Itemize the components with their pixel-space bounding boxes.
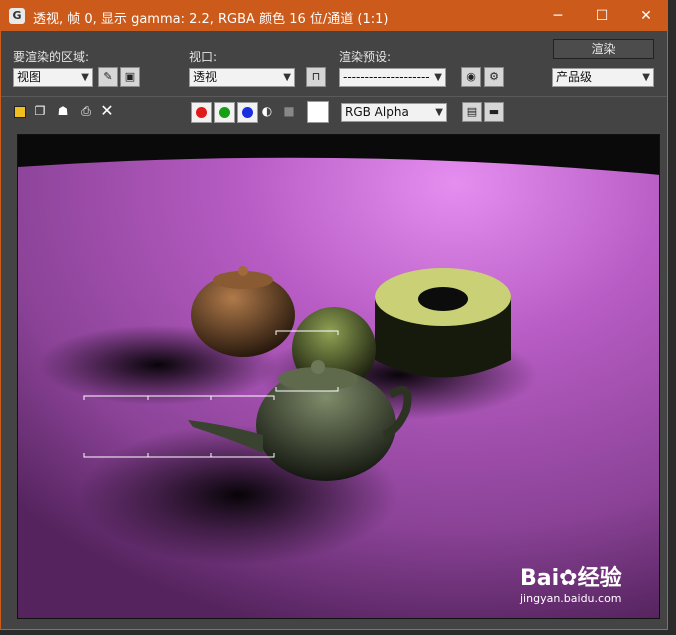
quality-dropdown[interactable]: 产品级 ▼ <box>552 68 654 87</box>
window-icon: ▤ <box>466 105 478 118</box>
chevron-down-icon: ▼ <box>642 72 650 83</box>
chevron-down-icon: ▼ <box>81 72 89 83</box>
render-viewport[interactable] <box>17 134 660 619</box>
mono-icon: ■ <box>283 104 295 118</box>
chevron-down-icon: ▼ <box>435 107 443 118</box>
app-icon: G <box>9 8 25 24</box>
clear-button[interactable]: ✕ <box>98 102 116 120</box>
channel-dropdown[interactable]: RGB Alpha ▼ <box>341 103 447 122</box>
torus-hole <box>418 287 468 311</box>
red-dot-icon <box>196 107 207 118</box>
minimize-button[interactable]: ─ <box>536 1 580 31</box>
teapot-icon: ◉ <box>466 70 476 83</box>
toggle-ui-overlay-button[interactable]: ▬ <box>484 102 504 122</box>
watermark-url: jingyan.baidu.com <box>520 592 622 605</box>
channel-dropdown-value: RGB Alpha <box>345 105 409 119</box>
copy-button[interactable]: ❐ <box>31 102 49 120</box>
area-dropdown-value: 视图 <box>17 70 42 84</box>
title-bar: G 透视, 帧 0, 显示 gamma: 2.2, RGBA 颜色 16 位/通… <box>1 1 667 31</box>
watermark: Bai✿经验 jingyan.baidu.com <box>520 560 622 605</box>
blue-channel-toggle[interactable] <box>237 102 258 123</box>
close-button[interactable]: ✕ <box>624 1 668 31</box>
edit-region-icon: ✎ <box>103 70 113 83</box>
render-button[interactable]: 渲染 <box>553 39 654 59</box>
gear-icon: ⚙ <box>489 70 499 83</box>
auto-region-button[interactable]: ▣ <box>120 67 140 87</box>
red-channel-toggle[interactable] <box>191 102 212 123</box>
toggle-ui-button[interactable]: ▤ <box>462 102 482 122</box>
print-icon: ⎙ <box>81 104 91 118</box>
half-circle-icon: ◐ <box>261 104 273 118</box>
panel-icon: ▬ <box>488 105 500 118</box>
render-frame-window: G 透视, 帧 0, 显示 gamma: 2.2, RGBA 颜色 16 位/通… <box>0 0 668 630</box>
rendered-scene <box>18 135 659 618</box>
window-title: 透视, 帧 0, 显示 gamma: 2.2, RGBA 颜色 16 位/通道 … <box>33 12 389 27</box>
viewport-dropdown[interactable]: 透视 ▼ <box>189 68 295 87</box>
area-label: 要渲染的区域: <box>13 50 90 64</box>
blue-dot-icon <box>242 107 253 118</box>
area-dropdown[interactable]: 视图 ▼ <box>13 68 93 87</box>
green-channel-toggle[interactable] <box>214 102 235 123</box>
edit-region-button[interactable]: ✎ <box>98 67 118 87</box>
back-teapot-knob <box>238 266 248 276</box>
clone-icon: ☗ <box>57 104 69 118</box>
preset-label: 渲染预设: <box>339 50 392 64</box>
chevron-down-icon: ▼ <box>434 72 442 83</box>
alpha-toggle[interactable]: ◐ <box>258 102 276 120</box>
quality-dropdown-value: 产品级 <box>556 70 593 84</box>
color-swatch[interactable] <box>307 101 329 123</box>
mono-toggle[interactable]: ■ <box>280 102 298 120</box>
viewport-dropdown-value: 透视 <box>193 70 218 84</box>
region-icon: ▣ <box>124 70 136 83</box>
copy-icon: ❐ <box>34 104 46 118</box>
environment-button[interactable]: ⚙ <box>484 67 504 87</box>
paw-icon: ✿ <box>559 566 578 591</box>
preset-dropdown[interactable]: -------------------- ▼ <box>339 68 446 87</box>
print-button[interactable]: ⎙ <box>77 102 95 120</box>
save-icon <box>14 105 26 118</box>
green-dot-icon <box>219 107 230 118</box>
clear-icon: ✕ <box>100 101 114 120</box>
save-button[interactable] <box>11 102 29 120</box>
toolbar-divider <box>1 96 667 97</box>
preset-dropdown-value: -------------------- <box>343 70 430 84</box>
front-teapot-knob <box>311 360 325 374</box>
watermark-brand: Bai <box>520 566 560 591</box>
watermark-brand-suffix: 经验 <box>577 566 622 591</box>
chevron-down-icon: ▼ <box>283 72 291 83</box>
maximize-button[interactable]: ☐ <box>580 1 624 31</box>
render-setup-button[interactable]: ◉ <box>461 67 481 87</box>
lock-icon: ⊓ <box>311 70 321 83</box>
clone-button[interactable]: ☗ <box>54 102 72 120</box>
viewport-label: 视口: <box>189 50 218 64</box>
lock-viewport-button[interactable]: ⊓ <box>306 67 326 87</box>
